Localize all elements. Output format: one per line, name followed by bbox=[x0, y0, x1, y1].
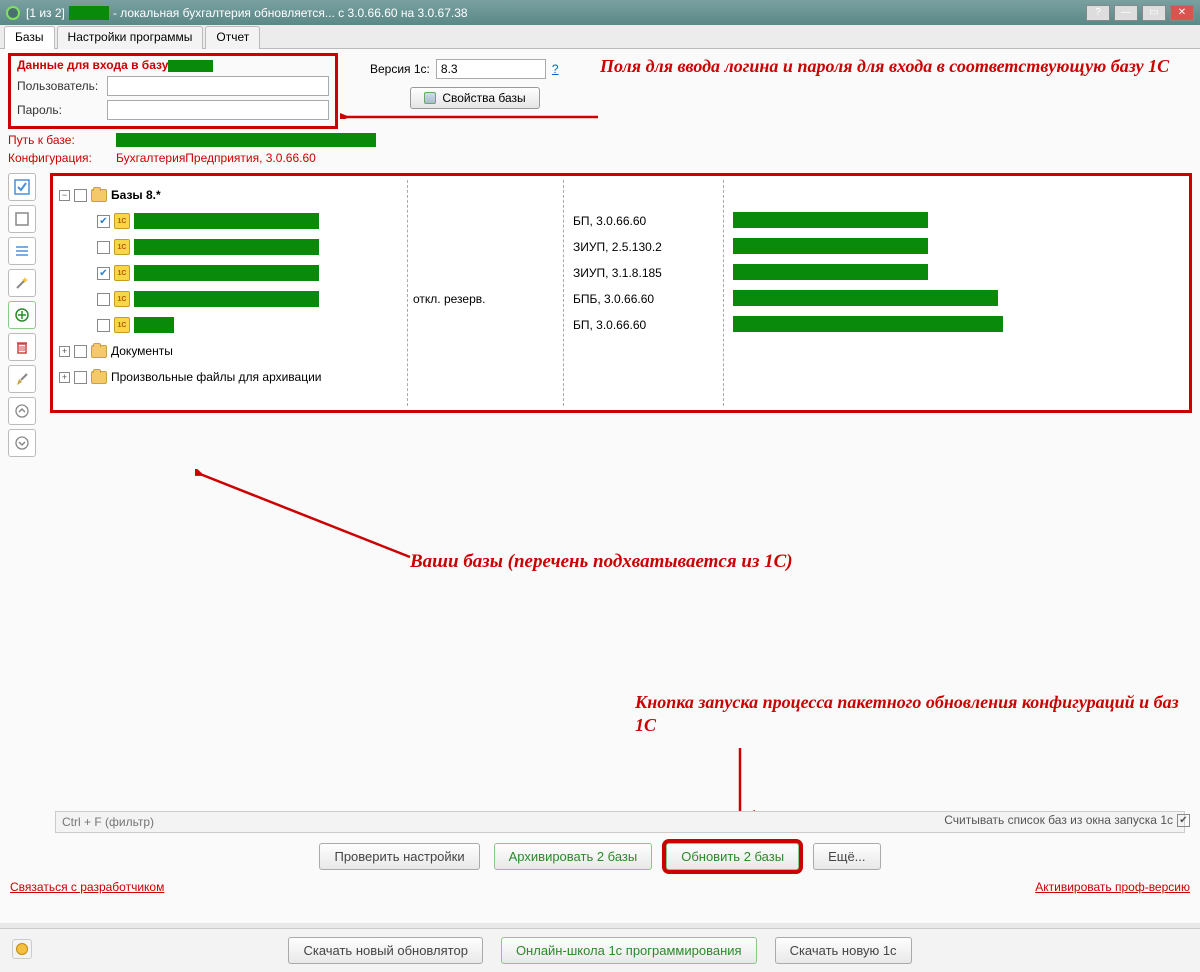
user-label: Пользователь: bbox=[17, 79, 107, 93]
item-name-redacted bbox=[134, 291, 319, 307]
item-checkbox[interactable] bbox=[97, 293, 110, 306]
item-config: БП, 3.0.66.60 bbox=[573, 318, 646, 332]
user-input[interactable] bbox=[107, 76, 329, 96]
archive-button[interactable]: Архивировать 2 базы bbox=[494, 843, 653, 870]
tab-report[interactable]: Отчет bbox=[205, 26, 260, 49]
left-toolbar bbox=[8, 173, 40, 457]
path-label: Путь к базе: bbox=[8, 133, 108, 147]
item-path-redacted bbox=[733, 212, 928, 228]
brush-button[interactable] bbox=[8, 365, 36, 393]
annotation-tree: Ваши базы (перечень подхватывается из 1С… bbox=[410, 551, 793, 573]
more-button[interactable]: Ещё... bbox=[813, 843, 880, 870]
maximize-button[interactable]: ▭ bbox=[1142, 5, 1166, 21]
footer: Скачать новый обновлятор Онлайн-школа 1с… bbox=[0, 928, 1200, 972]
minimize-button[interactable]: — bbox=[1114, 5, 1138, 21]
app-icon bbox=[6, 6, 20, 20]
item-checkbox[interactable] bbox=[97, 241, 110, 254]
1c-icon: 1C bbox=[114, 317, 130, 333]
item-path-redacted bbox=[733, 290, 998, 306]
tree-arch[interactable]: + Произвольные файлы для архивации bbox=[59, 364, 1183, 390]
arrow-login-icon bbox=[340, 79, 600, 119]
version-input[interactable] bbox=[436, 59, 546, 79]
up-button[interactable] bbox=[8, 397, 36, 425]
item-config: ЗИУП, 2.5.130.2 bbox=[573, 240, 662, 254]
uncheck-all-button[interactable] bbox=[8, 205, 36, 233]
expander-icon[interactable]: + bbox=[59, 346, 70, 357]
tree-item[interactable]: 1C БП, 3.0.66.60 bbox=[59, 208, 1183, 234]
item-config: БП, 3.0.66.60 bbox=[573, 214, 646, 228]
item-checkbox[interactable] bbox=[97, 319, 110, 332]
title-suffix: - локальная бухгалтерия обновляется... с… bbox=[113, 6, 468, 20]
wand-button[interactable] bbox=[8, 269, 36, 297]
down-button[interactable] bbox=[8, 429, 36, 457]
tree-docs[interactable]: + Документы bbox=[59, 338, 1183, 364]
tree-item[interactable]: 1C ЗИУП, 2.5.130.2 bbox=[59, 234, 1183, 260]
1c-icon: 1C bbox=[114, 213, 130, 229]
password-input[interactable] bbox=[107, 100, 329, 120]
list-button[interactable] bbox=[8, 237, 36, 265]
expander-icon[interactable]: − bbox=[59, 190, 70, 201]
coin-icon[interactable] bbox=[12, 939, 32, 959]
tree-item[interactable]: 1C откл. резерв. БПБ, 3.0.66.60 bbox=[59, 286, 1183, 312]
title-prefix: [1 из 2] bbox=[26, 6, 65, 20]
download-1c-button[interactable]: Скачать новую 1с bbox=[775, 937, 912, 964]
tab-bases[interactable]: Базы bbox=[4, 26, 55, 49]
1c-icon: 1C bbox=[114, 291, 130, 307]
title-redacted bbox=[69, 6, 109, 20]
bases-tree: − Базы 8.* 1C БП, 3.0.66.60 1C ЗИУП, bbox=[50, 173, 1192, 413]
item-config: ЗИУП, 3.1.8.185 bbox=[573, 266, 662, 280]
1c-icon: 1C bbox=[114, 265, 130, 281]
activate-link[interactable]: Активировать проф-версию bbox=[1035, 880, 1190, 894]
item-name-redacted bbox=[134, 317, 174, 333]
version-label: Версия 1с: bbox=[370, 62, 430, 76]
login-title: Данные для входа в базу bbox=[17, 58, 329, 72]
arrow-tree-icon bbox=[195, 469, 415, 559]
download-updater-button[interactable]: Скачать новый обновлятор bbox=[288, 937, 482, 964]
item-name-redacted bbox=[134, 239, 319, 255]
tree-item[interactable]: 1C ЗИУП, 3.1.8.185 bbox=[59, 260, 1183, 286]
pass-label: Пароль: bbox=[17, 103, 107, 117]
check-all-button[interactable] bbox=[8, 173, 36, 201]
check-settings-button[interactable]: Проверить настройки bbox=[319, 843, 479, 870]
item-path-redacted bbox=[733, 316, 1003, 332]
folder-icon bbox=[91, 345, 107, 358]
expander-icon[interactable]: + bbox=[59, 372, 70, 383]
item-name-redacted bbox=[134, 265, 319, 281]
title-bar: [1 из 2] - локальная бухгалтерия обновля… bbox=[0, 0, 1200, 25]
delete-button[interactable] bbox=[8, 333, 36, 361]
annotation-login: Поля для ввода логина и пароля для входа… bbox=[600, 55, 1169, 78]
item-name-redacted bbox=[134, 213, 319, 229]
annotation-update: Кнопка запуска процесса пакетного обновл… bbox=[635, 691, 1200, 738]
school-button[interactable]: Онлайн-школа 1с программирования bbox=[501, 937, 757, 964]
arch-checkbox[interactable] bbox=[74, 371, 87, 384]
update-button[interactable]: Обновить 2 базы bbox=[666, 843, 799, 870]
login-box: Данные для входа в базу Пользователь: Па… bbox=[8, 53, 338, 129]
path-redacted bbox=[116, 133, 376, 147]
item-config: БПБ, 3.0.66.60 bbox=[573, 292, 654, 306]
item-path-redacted bbox=[733, 238, 928, 254]
close-button[interactable]: ✕ bbox=[1170, 5, 1194, 21]
version-help-link[interactable]: ? bbox=[552, 62, 559, 76]
help-button[interactable]: ? bbox=[1086, 5, 1110, 21]
tree-root[interactable]: − Базы 8.* bbox=[59, 182, 1183, 208]
root-checkbox[interactable] bbox=[74, 189, 87, 202]
config-value: БухгалтерияПредприятия, 3.0.66.60 bbox=[116, 151, 316, 165]
read-list-checkbox[interactable] bbox=[1177, 814, 1190, 827]
1c-icon: 1C bbox=[114, 239, 130, 255]
tab-settings[interactable]: Настройки программы bbox=[57, 26, 204, 49]
add-button[interactable] bbox=[8, 301, 36, 329]
config-label: Конфигурация: bbox=[8, 151, 108, 165]
item-checkbox[interactable] bbox=[97, 215, 110, 228]
read-list-label: Считывать список баз из окна запуска 1с bbox=[944, 813, 1173, 827]
tree-item[interactable]: 1C БП, 3.0.66.60 bbox=[59, 312, 1183, 338]
folder-icon bbox=[91, 189, 107, 202]
item-checkbox[interactable] bbox=[97, 267, 110, 280]
contact-link[interactable]: Связаться с разработчиком bbox=[10, 880, 164, 894]
docs-checkbox[interactable] bbox=[74, 345, 87, 358]
tab-bar: Базы Настройки программы Отчет bbox=[0, 25, 1200, 49]
item-reserve: откл. резерв. bbox=[413, 292, 485, 306]
folder-icon bbox=[91, 371, 107, 384]
item-path-redacted bbox=[733, 264, 928, 280]
